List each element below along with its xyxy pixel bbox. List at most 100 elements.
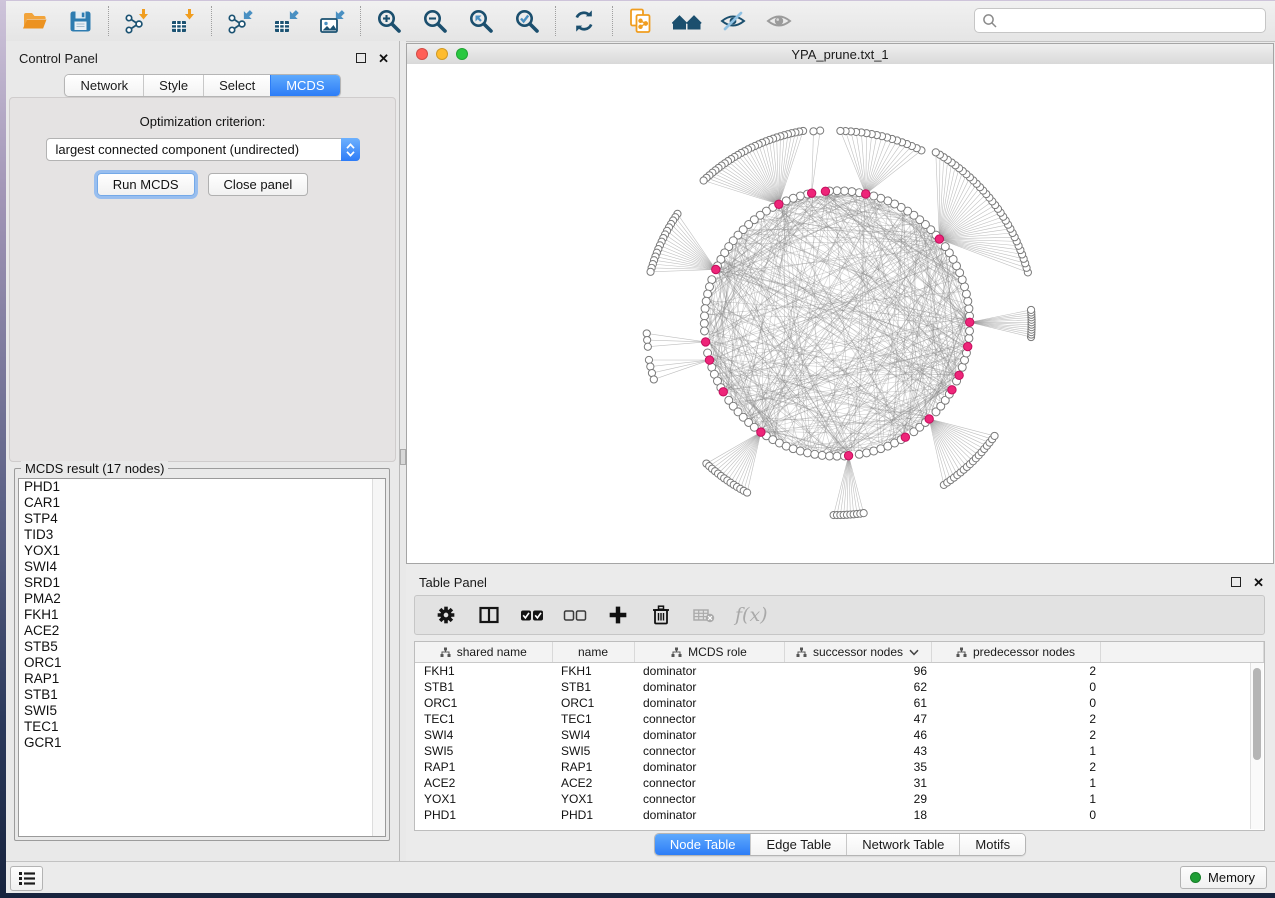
import-network-icon[interactable] [122, 6, 152, 36]
mcds-result-item[interactable]: TID3 [19, 527, 385, 543]
table-row[interactable]: FKH1FKH1dominator962 [415, 663, 1264, 680]
table-row[interactable]: RAP1RAP1dominator352 [415, 759, 1264, 775]
table-cell[interactable]: dominator [634, 679, 784, 695]
table-cell[interactable]: 2 [931, 663, 1100, 680]
tab-select[interactable]: Select [203, 75, 270, 96]
tab-mcds[interactable]: MCDS [270, 75, 339, 96]
network-canvas[interactable] [407, 64, 1273, 563]
table-settings-gear-icon[interactable] [434, 603, 458, 627]
table-cell[interactable]: 96 [784, 663, 931, 680]
mcds-result-item[interactable]: RAP1 [19, 671, 385, 687]
tab-network[interactable]: Network [65, 75, 143, 96]
table-cell[interactable]: 46 [784, 727, 931, 743]
close-table-panel-icon[interactable]: ✕ [1253, 576, 1264, 589]
table-cell[interactable]: ACE2 [415, 775, 552, 791]
optimization-criterion-select[interactable]: largest connected component (undirected) [46, 138, 360, 161]
tab-edge-table[interactable]: Edge Table [750, 834, 846, 855]
table-cell[interactable]: 62 [784, 679, 931, 695]
table-cell[interactable]: YOX1 [415, 791, 552, 807]
table-cell[interactable]: 31 [784, 775, 931, 791]
table-row[interactable]: SWI4SWI4dominator462 [415, 727, 1264, 743]
table-cell[interactable]: 1 [931, 775, 1100, 791]
table-cell[interactable]: 1 [931, 743, 1100, 759]
network-frame-titlebar[interactable]: YPA_prune.txt_1 [407, 44, 1273, 65]
table-cell[interactable]: RAP1 [415, 759, 552, 775]
table-cell[interactable]: STB1 [415, 679, 552, 695]
deselect-all-columns-icon[interactable] [563, 603, 587, 627]
mcds-result-item[interactable]: GCR1 [19, 735, 385, 751]
table-cell[interactable]: dominator [634, 695, 784, 711]
table-cell[interactable]: TEC1 [552, 711, 634, 727]
table-scrollbar-thumb[interactable] [1253, 668, 1261, 760]
table-cell[interactable]: SWI5 [415, 743, 552, 759]
export-table-icon[interactable] [271, 6, 301, 36]
table-row[interactable]: TEC1TEC1connector472 [415, 711, 1264, 727]
mcds-result-item[interactable]: CAR1 [19, 495, 385, 511]
table-cell[interactable]: 0 [931, 695, 1100, 711]
search-input[interactable] [1003, 12, 1265, 29]
table-cell[interactable]: connector [634, 743, 784, 759]
table-cell[interactable]: dominator [634, 663, 784, 680]
search-box[interactable] [974, 8, 1266, 33]
zoom-in-icon[interactable] [374, 6, 404, 36]
select-all-columns-icon[interactable] [520, 603, 544, 627]
table-cell[interactable]: connector [634, 775, 784, 791]
column-header-successor-nodes[interactable]: successor nodes [784, 642, 931, 663]
column-header-predecessor-nodes[interactable]: predecessor nodes [931, 642, 1100, 663]
table-row[interactable]: STB1STB1dominator620 [415, 679, 1264, 695]
float-panel-icon[interactable] [356, 53, 366, 63]
table-cell[interactable]: 35 [784, 759, 931, 775]
zoom-fit-icon[interactable] [466, 6, 496, 36]
table-cell[interactable]: 0 [931, 807, 1100, 823]
table-cell[interactable]: 18 [784, 807, 931, 823]
show-column-panel-icon[interactable] [477, 603, 501, 627]
column-header-shared-name[interactable]: shared name [415, 642, 552, 663]
table-cell[interactable]: PHD1 [415, 807, 552, 823]
table-scrollbar[interactable] [1250, 663, 1263, 829]
table-cell[interactable]: SWI4 [552, 727, 634, 743]
table-cell[interactable]: FKH1 [415, 663, 552, 680]
table-cell[interactable]: 29 [784, 791, 931, 807]
zoom-selected-icon[interactable] [512, 6, 542, 36]
mcds-result-item[interactable]: TEC1 [19, 719, 385, 735]
tab-network-table[interactable]: Network Table [846, 834, 959, 855]
mcds-result-item[interactable]: SWI5 [19, 703, 385, 719]
table-cell[interactable]: 2 [931, 759, 1100, 775]
table-cell[interactable]: 1 [931, 791, 1100, 807]
table-cell[interactable]: connector [634, 791, 784, 807]
export-image-icon[interactable] [317, 6, 347, 36]
table-cell[interactable]: STB1 [552, 679, 634, 695]
mcds-result-item[interactable]: FKH1 [19, 607, 385, 623]
result-list-scrollbar[interactable] [372, 479, 385, 836]
table-row[interactable]: ORC1ORC1dominator610 [415, 695, 1264, 711]
table-cell[interactable]: 2 [931, 711, 1100, 727]
table-row[interactable]: YOX1YOX1connector291 [415, 791, 1264, 807]
export-network-icon[interactable] [225, 6, 255, 36]
tab-style[interactable]: Style [143, 75, 203, 96]
table-row[interactable]: ACE2ACE2connector311 [415, 775, 1264, 791]
open-session-icon[interactable] [19, 6, 49, 36]
refresh-icon[interactable] [569, 6, 599, 36]
table-cell[interactable]: ORC1 [552, 695, 634, 711]
mcds-result-item[interactable]: PMA2 [19, 591, 385, 607]
mcds-result-item[interactable]: ACE2 [19, 623, 385, 639]
tab-motifs[interactable]: Motifs [959, 834, 1025, 855]
table-cell[interactable]: 61 [784, 695, 931, 711]
table-cell[interactable]: SWI5 [552, 743, 634, 759]
mcds-result-item[interactable]: STP4 [19, 511, 385, 527]
mcds-result-item[interactable]: PHD1 [19, 479, 385, 495]
column-header-mcds-role[interactable]: MCDS role [634, 642, 784, 663]
table-cell[interactable]: dominator [634, 727, 784, 743]
table-cell[interactable]: 47 [784, 711, 931, 727]
import-table-icon[interactable] [168, 6, 198, 36]
mcds-result-item[interactable]: STB5 [19, 639, 385, 655]
table-row[interactable]: SWI5SWI5connector431 [415, 743, 1264, 759]
table-cell[interactable]: ACE2 [552, 775, 634, 791]
copy-current-style-icon[interactable] [626, 6, 656, 36]
column-header-name[interactable]: name [552, 642, 634, 663]
mcds-result-item[interactable]: YOX1 [19, 543, 385, 559]
show-all-icon[interactable] [764, 6, 794, 36]
close-panel-icon[interactable]: ✕ [378, 52, 389, 65]
save-session-icon[interactable] [65, 6, 95, 36]
close-panel-button[interactable]: Close panel [208, 173, 309, 196]
